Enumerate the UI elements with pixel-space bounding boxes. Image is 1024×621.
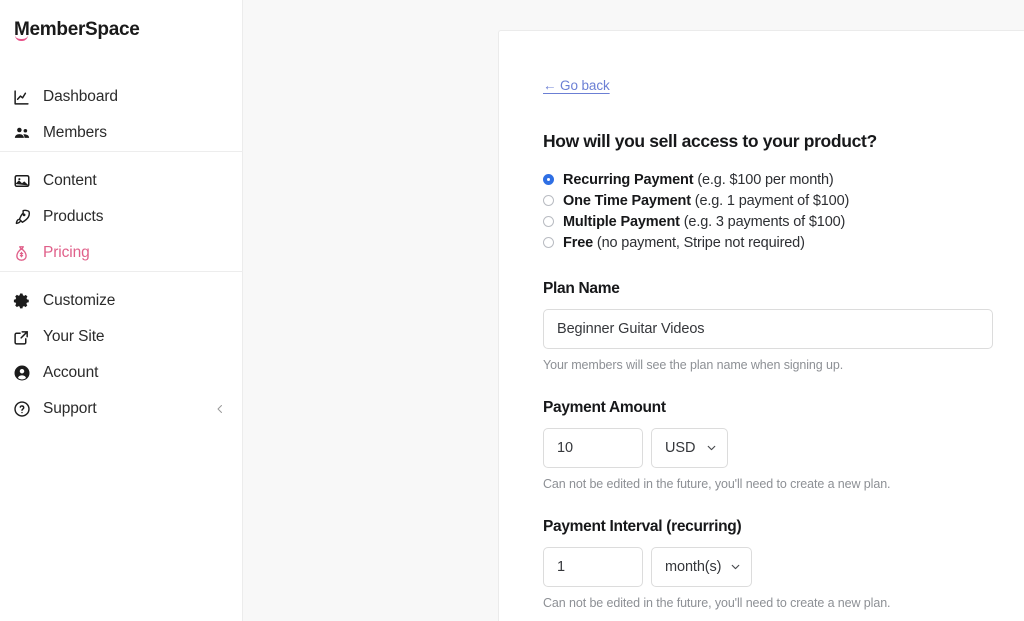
gear-icon — [12, 292, 31, 311]
radio-option-multiple-payment[interactable]: Multiple Payment (e.g. 3 payments of $10… — [543, 211, 1024, 232]
radio-indicator[interactable] — [543, 216, 554, 227]
radio-indicator[interactable] — [543, 237, 554, 248]
radio-option-detail: (no payment, Stripe not required) — [596, 234, 805, 251]
radio-option-detail: (e.g. $100 per month) — [697, 171, 834, 188]
money-bag-icon — [12, 244, 31, 263]
sidebar-item-content[interactable]: Content — [0, 163, 242, 199]
radio-indicator[interactable] — [543, 195, 554, 206]
sidebar-item-customize[interactable]: Customize — [0, 283, 242, 319]
plan-name-input[interactable] — [543, 309, 993, 349]
sidebar: MemberSpace Dashboard Members Content Pr… — [0, 0, 243, 621]
page-title: How will you sell access to your product… — [543, 131, 877, 151]
sidebar-item-support[interactable]: Support — [0, 391, 242, 427]
sidebar-item-pricing[interactable]: Pricing — [0, 235, 242, 271]
plan-name-field-block: Plan Name Your members will see the plan… — [543, 280, 1024, 372]
sidebar-divider-1 — [0, 151, 243, 152]
app-root: MemberSpace Dashboard Members Content Pr… — [0, 0, 1024, 621]
rocket-icon — [12, 208, 31, 227]
sidebar-item-your-site[interactable]: Your Site — [0, 319, 242, 355]
image-icon — [12, 172, 31, 191]
payment-amount-helper-text: Can not be edited in the future, you'll … — [543, 477, 891, 491]
period-select[interactable]: month(s) — [651, 547, 752, 587]
radio-option-name: One Time Payment — [563, 192, 691, 209]
payment-amount-label: Payment Amount — [543, 399, 666, 416]
sidebar-item-label: Account — [43, 364, 99, 381]
radio-option-name: Recurring Payment — [563, 171, 694, 188]
radio-option-detail: (e.g. 1 payment of $100) — [694, 192, 850, 209]
sidebar-item-label: Customize — [43, 292, 116, 309]
radio-option-name: Multiple Payment — [563, 213, 680, 230]
plan-name-helper-text: Your members will see the plan name when… — [543, 358, 844, 372]
sidebar-group-settings: Customize Your Site Account Support — [0, 283, 242, 427]
sidebar-item-label: Your Site — [43, 328, 105, 345]
sidebar-item-dashboard[interactable]: Dashboard — [0, 79, 242, 115]
app-logo[interactable]: MemberSpace — [0, 0, 242, 46]
payment-amount-input[interactable] — [543, 428, 643, 468]
plan-name-label: Plan Name — [543, 280, 620, 297]
payment-interval-field-block: Payment Interval (recurring) month(s) — [543, 518, 1024, 610]
period-select-wrap: month(s) — [651, 547, 752, 587]
radio-option-detail: (e.g. 3 payments of $100) — [683, 213, 846, 230]
chevron-left-icon[interactable] — [214, 403, 226, 415]
logo-smile-icon — [15, 35, 28, 41]
payment-interval-helper-text: Can not be edited in the future, you'll … — [543, 596, 891, 610]
question-circle-icon — [12, 400, 31, 419]
payment-interval-label: Payment Interval (recurring) — [543, 518, 742, 535]
payment-interval-input[interactable] — [543, 547, 643, 587]
currency-select[interactable]: USD — [651, 428, 728, 468]
logo-text: MemberSpace — [14, 18, 140, 40]
line-chart-icon — [12, 88, 31, 107]
radio-option-name: Free — [563, 234, 594, 251]
payment-amount-field-block: Payment Amount USD — [543, 399, 1024, 491]
sidebar-item-label: Dashboard — [43, 88, 118, 105]
currency-select-wrap: USD — [651, 428, 728, 468]
radio-indicator[interactable] — [543, 174, 554, 185]
sidebar-item-label: Support — [43, 400, 97, 417]
go-back-link[interactable]: ← Go back — [543, 78, 610, 93]
main-area: ← Go back How will you sell access to yo… — [243, 0, 1024, 621]
sidebar-item-label: Members — [43, 124, 107, 141]
radio-option-one-time-payment[interactable]: One Time Payment (e.g. 1 payment of $100… — [543, 190, 1024, 211]
payment-type-radio-group: Recurring Payment (e.g. $100 per month) … — [543, 169, 1024, 253]
sidebar-group-content: Content Products Pricing — [0, 163, 242, 271]
radio-option-recurring-payment[interactable]: Recurring Payment (e.g. $100 per month) — [543, 169, 1024, 190]
people-group-icon — [12, 124, 31, 143]
sidebar-item-label: Pricing — [43, 244, 90, 261]
radio-option-free[interactable]: Free (no payment, Stripe not required) — [543, 232, 1024, 253]
plan-form-card: ← Go back How will you sell access to yo… — [498, 30, 1024, 621]
sidebar-item-label: Products — [43, 208, 104, 225]
sidebar-item-members[interactable]: Members — [0, 115, 242, 151]
sidebar-item-label: Content — [43, 172, 97, 189]
sidebar-item-account[interactable]: Account — [0, 355, 242, 391]
user-circle-icon — [12, 364, 31, 383]
sidebar-item-products[interactable]: Products — [0, 199, 242, 235]
sidebar-divider-2 — [0, 271, 243, 272]
external-link-icon — [12, 328, 31, 347]
sidebar-group-primary: Dashboard Members — [0, 79, 242, 151]
